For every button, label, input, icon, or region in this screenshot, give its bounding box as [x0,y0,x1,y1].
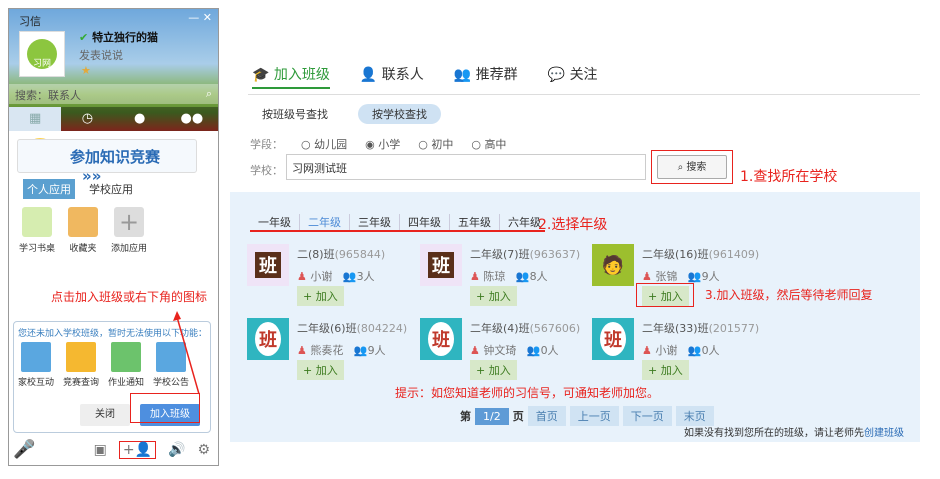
tab-join-class[interactable]: 🎓 加入班级 [252,64,330,89]
annotation-arrow [173,311,200,395]
class-card: 班二年级(6)班(804224) ♟ 熊奏花 👥9人 + 加入 [247,318,417,380]
apps-grid-icon[interactable]: ▦ [9,107,62,131]
feature-home-school: 家校互动 [18,342,54,388]
client-nav-tabs: ▦ ◷ ● ●● [9,107,218,131]
school-input[interactable]: 习网测试班 [286,154,646,180]
app-add[interactable]: + 添加应用 [111,207,147,254]
tab-follow[interactable]: 💬 关注 [548,64,598,89]
close-button[interactable]: 关闭 [80,404,130,426]
status-text[interactable]: 发表说说 [79,47,123,63]
tab-school-apps[interactable]: 学校应用 [85,179,137,199]
class-card: 班二年级(33)班(201577) ♟ 小谢 👥0人 + 加入 [592,318,762,380]
class-sign-icon: 班 [247,244,289,286]
annotation-find-school: 1.查找所在学校 [740,169,838,185]
footer-note: 如果没有找到您所在的班级，请让老师先创建班级 [684,428,904,439]
search-badge-icon [66,342,96,372]
tab-contacts[interactable]: 👤 联系人 [360,64,424,89]
feature-contest: 竞赛查询 [63,342,99,388]
grade-tab-1[interactable]: 一年级 [250,214,300,230]
join-button[interactable]: + 加入 [642,360,689,380]
volume-icon[interactable]: 🔊 [168,442,185,458]
gear-icon[interactable]: ⚙ [197,442,210,458]
radio-junior[interactable]: ○ 初中 [418,136,453,152]
divider [248,94,920,95]
subtab-by-class-number[interactable]: 按班级号查找 [248,104,342,124]
window-title: 习信 [19,15,41,28]
avatar[interactable]: 习网 [19,31,65,77]
class-badge-icon: 班 [592,318,634,360]
subtab-by-school[interactable]: 按学校查找 [358,104,441,124]
app-study-desk[interactable]: 学习书桌 [19,207,55,254]
pagination: 第 1/2 页 首页 上一页 下一页 末页 [460,406,714,426]
annotation-select-grade: 2.选择年级 [538,217,608,233]
window-controls[interactable]: — ✕ [188,11,212,24]
join-button[interactable]: + 加入 [470,360,517,380]
students-icon: 🧑 [592,244,634,286]
search-button[interactable]: ⌕ 搜索 [657,155,727,179]
main-tabs: 🎓 加入班级 👤 联系人 👥 推荐群 💬 关注 [252,64,598,89]
prev-page-button[interactable]: 上一页 [569,406,619,426]
class-list-panel: 一年级 二年级 三年级 四年级 五年级 六年级 2.选择年级 班二(8)班(96… [230,192,920,442]
join-button[interactable]: + 加入 [297,286,344,306]
join-button[interactable]: + 加入 [470,286,517,306]
class-card: 班二年级(4)班(567606) ♟ 钟文琦 👥0人 + 加入 [420,318,590,380]
client-window: 习信 — ✕ 习网 ✔ 特立独行的猫 发表说说 ★ 搜索：联系人 ⌕ ▦ ◷ ● … [8,8,219,466]
grade-tab-4[interactable]: 四年级 [400,214,450,230]
tip-text: 提示：如您知道老师的习信号，可通知老师加您。 [395,386,660,400]
create-class-link[interactable]: 创建班级 [864,428,904,439]
house-icon [21,342,51,372]
contact-icon[interactable]: ● [114,107,166,131]
first-page-button[interactable]: 首页 [527,406,566,426]
class-badge-icon: 班 [420,318,462,360]
annotation-click-join: 点击加入班级或右下角的图标 [51,290,208,304]
last-page-button[interactable]: 末页 [675,406,714,426]
current-page: 1/2 [475,407,509,425]
level-star-icon: ★ [81,64,91,77]
tab-recommended-groups[interactable]: 👥 推荐群 [454,64,518,89]
join-button[interactable]: + 加入 [297,360,344,380]
bottom-toolbar: 🎤 ▣ +👤 🔊 ⚙ [9,435,218,465]
camera-mic-icon[interactable]: 🎤 [13,439,35,460]
radio-senior[interactable]: ○ 高中 [471,136,506,152]
class-sign-icon: 班 [420,244,462,286]
plus-icon: + [114,207,144,237]
class-card: 班二年级(7)班(963637) ♟ 陈琼 👥8人 + 加入 [420,244,590,306]
annotation-join-class: 3.加入班级，然后等待老师回复 [705,288,873,302]
tab-personal-apps[interactable]: 个人应用 [23,179,75,199]
username: ✔ 特立独行的猫 [79,31,159,44]
class-card: 班二(8)班(965844) ♟ 小谢 👥3人 + 加入 [247,244,417,306]
next-page-button[interactable]: 下一页 [622,406,672,426]
folder-icon [68,207,98,237]
chat-icon[interactable]: ▣ [94,442,107,458]
profile-header: 习信 — ✕ 习网 ✔ 特立独行的猫 发表说说 ★ 搜索：联系人 ⌕ ▦ ◷ ● … [9,9,218,131]
competition-banner[interactable]: 参加知识竞赛 »» [17,139,197,185]
group-icon[interactable]: ●● [166,107,218,131]
level-radios: 学段： ○ 幼儿园 ◉ 小学 ○ 初中 ○ 高中 [250,136,507,152]
class-badge-icon: 班 [247,318,289,360]
school-label: 学校： [250,164,283,177]
search-icon: ⌕ [205,87,212,100]
feature-homework: 作业通知 [108,342,144,388]
highlight-box [636,283,694,307]
grade-tab-2[interactable]: 二年级 [300,214,350,230]
clover-icon [22,207,52,237]
app-favorites[interactable]: 收藏夹 [65,207,101,254]
grade-tab-3[interactable]: 三年级 [350,214,400,230]
grade-tab-5[interactable]: 五年级 [450,214,500,230]
add-contact-icon[interactable]: +👤 [118,441,156,459]
grade-tabs: 一年级 二年级 三年级 四年级 五年级 六年级 [250,214,549,230]
clock-icon[interactable]: ◷ [61,107,113,131]
radio-kindergarten[interactable]: ○ 幼儿园 [301,136,347,152]
radio-primary[interactable]: ◉ 小学 [365,136,400,152]
contact-search-input[interactable]: 搜索：联系人 ⌕ [9,84,218,104]
annotation-underline [250,230,545,232]
megaphone-icon [111,342,141,372]
